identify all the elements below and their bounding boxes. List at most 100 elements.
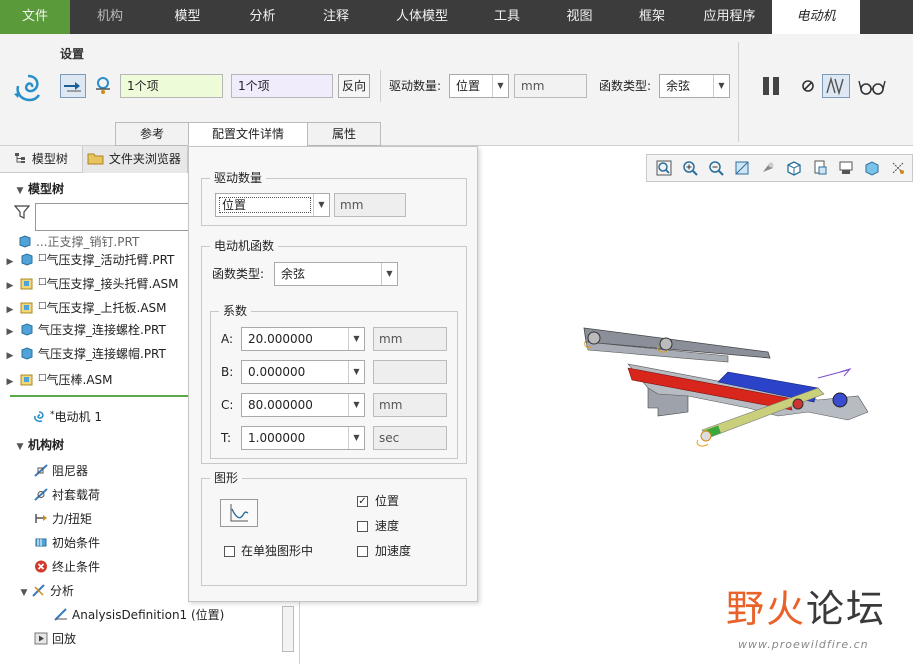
func-type-select[interactable]: 余弦 ▼ xyxy=(659,74,730,98)
motor-tree-item[interactable]: *电动机 1 xyxy=(32,403,102,427)
tab-analysis[interactable]: 分析 xyxy=(225,0,300,34)
section-button[interactable] xyxy=(859,157,885,179)
watermark-logo: 野火论坛 xyxy=(726,587,887,631)
acceleration-label: 加速度 xyxy=(375,544,412,558)
tree-item[interactable]: ▶ □气压棒.ASM xyxy=(0,366,190,390)
mech-tree-header[interactable]: ▼ 机构树 xyxy=(12,434,64,456)
tree-item[interactable]: ▶ 气压支撑_连接螺栓.PRT xyxy=(0,318,190,342)
verify-button[interactable] xyxy=(856,74,888,98)
chevron-down-icon: ▼ xyxy=(381,263,397,285)
part-icon xyxy=(20,250,34,266)
velocity-label: 速度 xyxy=(375,519,400,533)
settings-group-label: 设置 xyxy=(60,47,85,61)
tab-view[interactable]: 视图 xyxy=(542,0,617,34)
tree-item[interactable]: ▶ □气压支撑_活动托臂.PRT xyxy=(0,246,190,270)
mech-item-playback[interactable]: 回放 xyxy=(34,627,76,651)
model-tree-header[interactable]: ▼ 模型树 xyxy=(12,178,64,200)
graph-title: 图形 xyxy=(210,470,243,486)
position-checkbox[interactable]: ✓ xyxy=(357,496,368,507)
expand-icon: ▶ xyxy=(6,327,14,337)
subtab-profile-details[interactable]: 配置文件详情 xyxy=(188,122,308,146)
chevron-down-icon: ▼ xyxy=(713,75,729,97)
driven-entity-button[interactable] xyxy=(60,74,86,98)
mech-item-initial-conditions[interactable]: 初始条件 xyxy=(34,531,100,555)
reference-entity-collector[interactable]: 1个项 xyxy=(231,74,333,98)
assembly-icon xyxy=(20,274,34,290)
coef-c-input[interactable]: 80.000000 ▼ xyxy=(241,393,365,417)
tab-folder-browser-label: 文件夹浏览器 xyxy=(108,152,181,166)
preview-icon xyxy=(826,76,844,96)
analysis-definition-icon xyxy=(54,605,68,621)
chevron-down-icon: ▼ xyxy=(313,194,329,216)
perspective-button[interactable] xyxy=(833,157,859,179)
folder-icon xyxy=(87,153,104,165)
separate-graph-checkbox[interactable] xyxy=(224,546,235,557)
reverse-button[interactable]: 反向 xyxy=(338,74,370,98)
subtab-properties[interactable]: 属性 xyxy=(307,122,381,146)
view-manager-icon xyxy=(814,160,827,175)
analysis-icon xyxy=(32,581,46,597)
reference-entity-button[interactable] xyxy=(90,74,116,98)
subtab-references[interactable]: 参考 xyxy=(115,122,189,146)
zoom-out-button[interactable] xyxy=(703,157,729,179)
bushing-icon xyxy=(34,485,48,501)
acceleration-checkbox[interactable] xyxy=(357,546,368,557)
tab-mechanism[interactable]: 机构 xyxy=(70,0,150,34)
tab-annotation[interactable]: 注释 xyxy=(300,0,372,34)
filter-icon[interactable] xyxy=(14,204,30,220)
stop-icon xyxy=(34,557,48,573)
mech-item-force-torque[interactable]: 力/扭矩 xyxy=(34,507,92,531)
popup-func-type-select[interactable]: 余弦 ▼ xyxy=(274,262,398,286)
display-style-button[interactable] xyxy=(755,157,781,179)
tab-frame[interactable]: 框架 xyxy=(617,0,687,34)
expand-icon: ▶ xyxy=(6,281,14,291)
refit-button[interactable] xyxy=(651,157,677,179)
scrollbar[interactable] xyxy=(282,606,294,652)
tree-item[interactable]: ▶ 气压支撑_连接螺帽.PRT xyxy=(0,342,190,366)
tab-motor[interactable]: 电动机 xyxy=(772,0,860,34)
tree-item[interactable]: ▶ □气压支撑_接头托臂.ASM xyxy=(0,270,190,294)
coef-b-input[interactable]: 0.000000 ▼ xyxy=(241,360,365,384)
tab-model-tree[interactable]: 模型树 xyxy=(10,146,68,173)
coef-c-label: C: xyxy=(221,398,234,412)
mech-item-analysis[interactable]: ▼ 分析 xyxy=(16,579,74,603)
popup-drive-qty-select[interactable]: 位置 ▼ xyxy=(215,193,330,217)
velocity-checkbox[interactable] xyxy=(357,521,368,532)
coef-a-input[interactable]: 20.000000 ▼ xyxy=(241,327,365,351)
cancel-button[interactable] xyxy=(795,74,821,98)
tab-folder-browser[interactable]: 文件夹浏览器 xyxy=(82,146,188,173)
motor-function-group: 电动机函数 函数类型: 余弦 ▼ 系数 A: 20.000000 ▼ mm B:… xyxy=(201,238,467,464)
tab-human-model[interactable]: 人体模型 xyxy=(372,0,472,34)
drive-qty-value: 位置 xyxy=(456,79,481,93)
zoom-in-button[interactable] xyxy=(677,157,703,179)
preview-button[interactable] xyxy=(822,74,850,98)
drive-qty-select[interactable]: 位置 ▼ xyxy=(449,74,509,98)
tab-applications[interactable]: 应用程序 xyxy=(687,0,772,34)
tab-file[interactable]: 文件 xyxy=(0,0,70,34)
position-label: 位置 xyxy=(375,494,400,508)
driven-entity-collector[interactable]: 1个项 xyxy=(120,74,223,98)
analysis-definition-item[interactable]: AnalysisDefinition1 (位置) xyxy=(54,603,224,627)
mech-item-damper[interactable]: 阻尼器 xyxy=(34,459,88,483)
graph-button[interactable] xyxy=(220,499,258,527)
coef-t-input[interactable]: 1.000000 ▼ xyxy=(241,426,365,450)
force-icon xyxy=(34,509,48,523)
pause-button[interactable] xyxy=(758,74,784,98)
tree-item[interactable]: ▶ □气压支撑_上托板.ASM xyxy=(0,294,190,318)
glasses-icon xyxy=(858,80,886,95)
saved-orientations-button[interactable] xyxy=(781,157,807,179)
tab-tools[interactable]: 工具 xyxy=(472,0,542,34)
mechanism-model[interactable] xyxy=(578,316,908,456)
motor-icon xyxy=(14,74,41,102)
mech-item-bushing-load[interactable]: 衬套载荷 xyxy=(34,483,100,507)
datum-display-button[interactable] xyxy=(885,157,911,179)
cancel-icon xyxy=(802,80,814,92)
repaint-icon xyxy=(735,161,749,175)
mech-item-termination-conditions[interactable]: 终止条件 xyxy=(34,555,100,579)
view-manager-button[interactable] xyxy=(807,157,833,179)
expand-icon: ▶ xyxy=(6,377,14,387)
search-input[interactable] xyxy=(35,203,190,231)
tab-model[interactable]: 模型 xyxy=(150,0,225,34)
zoom-out-icon xyxy=(709,161,724,176)
repaint-button[interactable] xyxy=(729,157,755,179)
